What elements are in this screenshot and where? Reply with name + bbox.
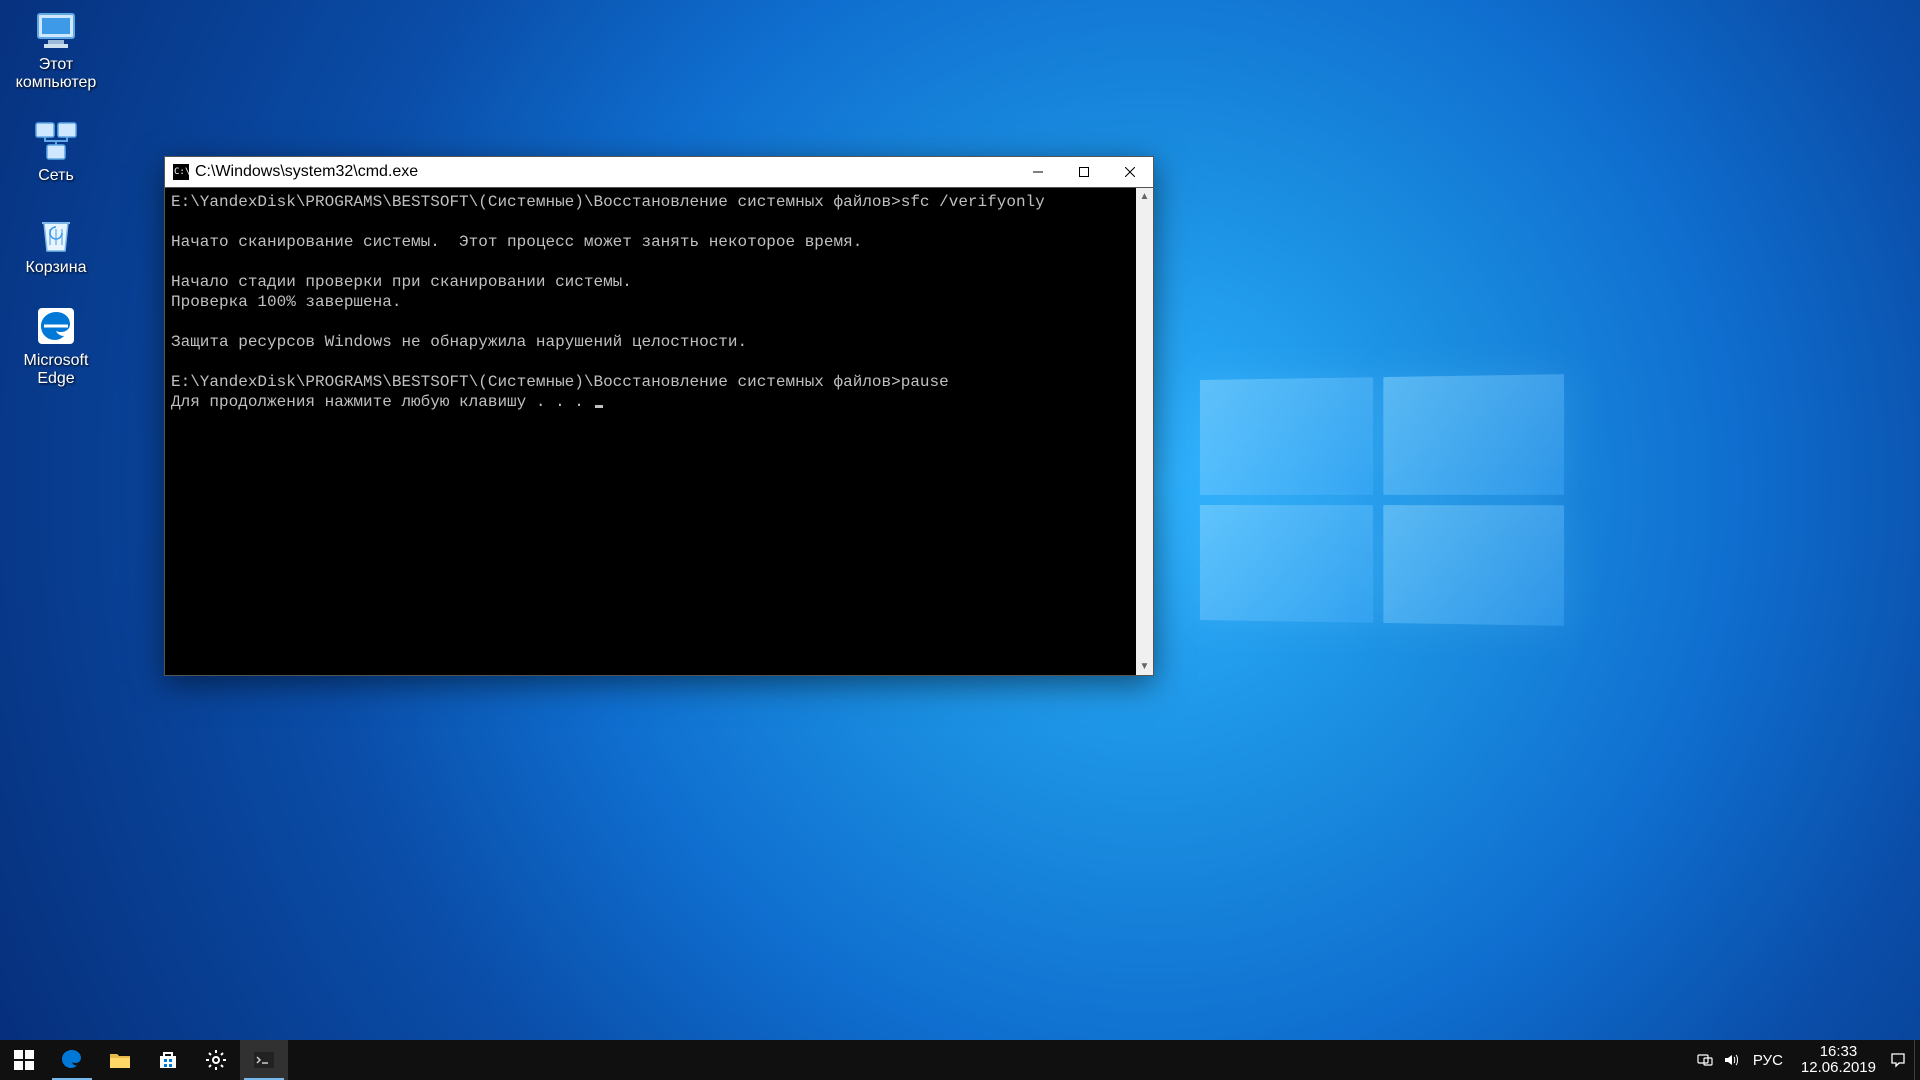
minimize-button[interactable] — [1015, 157, 1061, 187]
desktop-icon-network[interactable]: Сеть — [6, 117, 106, 185]
desktop-icon-label: Сеть — [38, 167, 74, 185]
desktop-icon-label: Этот компьютер — [16, 56, 97, 93]
cmd-line: E:\YandexDisk\PROGRAMS\BESTSOFT\(Системн… — [171, 373, 949, 391]
cmd-window[interactable]: C:\Windows\system32\cmd.exe E:\YandexDis… — [164, 156, 1154, 676]
taskbar-app-edge[interactable] — [48, 1040, 96, 1080]
cmd-line: Начало стадии проверки при сканировании … — [171, 273, 632, 291]
taskbar: РУС 16:33 12.06.2019 — [0, 1040, 1920, 1080]
cmd-line: E:\YandexDisk\PROGRAMS\BESTSOFT\(Системн… — [171, 193, 1045, 211]
taskbar-app-cmd[interactable] — [240, 1040, 288, 1080]
tray-volume-icon[interactable] — [1719, 1040, 1743, 1080]
start-button[interactable] — [0, 1040, 48, 1080]
network-icon — [32, 117, 80, 165]
tray-clock[interactable]: 16:33 12.06.2019 — [1793, 1040, 1884, 1080]
taskbar-app-settings[interactable] — [192, 1040, 240, 1080]
cmd-app-icon — [173, 164, 189, 180]
close-button[interactable] — [1107, 157, 1153, 187]
cmd-line: Начато сканирование системы. Этот процес… — [171, 233, 862, 251]
taskbar-spacer — [288, 1040, 1693, 1080]
cmd-titlebar[interactable]: C:\Windows\system32\cmd.exe — [165, 157, 1153, 187]
tray-language[interactable]: РУС — [1745, 1040, 1791, 1080]
tray-time: 16:33 — [1801, 1044, 1876, 1061]
edge-icon — [32, 302, 80, 350]
window-controls — [1015, 157, 1153, 187]
taskbar-app-store[interactable] — [144, 1040, 192, 1080]
cmd-line: Для продолжения нажмите любую клавишу . … — [171, 393, 593, 411]
desktop-icon-recycle-bin[interactable]: Корзина — [6, 209, 106, 277]
tray-project-icon[interactable] — [1693, 1040, 1717, 1080]
recycle-bin-icon — [32, 209, 80, 257]
show-desktop-button[interactable] — [1914, 1040, 1920, 1080]
desktop-icons-column: Этот компьютер Сеть Корзина Microsoft Ed… — [6, 6, 106, 388]
windows-logo-art — [1200, 374, 1564, 626]
maximize-button[interactable] — [1061, 157, 1107, 187]
scroll-down-button[interactable]: ▼ — [1136, 658, 1153, 675]
cmd-window-title: C:\Windows\system32\cmd.exe — [195, 163, 1015, 181]
taskbar-app-explorer[interactable] — [96, 1040, 144, 1080]
cmd-output[interactable]: E:\YandexDisk\PROGRAMS\BESTSOFT\(Системн… — [165, 188, 1136, 675]
cmd-scrollbar[interactable]: ▲ ▼ — [1136, 188, 1153, 675]
desktop-background[interactable]: Этот компьютер Сеть Корзина Microsoft Ed… — [0, 0, 1920, 1080]
computer-icon — [32, 6, 80, 54]
scroll-track[interactable] — [1136, 205, 1153, 658]
cmd-cursor — [595, 405, 603, 408]
scroll-up-button[interactable]: ▲ — [1136, 188, 1153, 205]
cmd-line: Проверка 100% завершена. — [171, 293, 401, 311]
cmd-line: Защита ресурсов Windows не обнаружила на… — [171, 333, 747, 351]
tray-action-center-icon[interactable] — [1886, 1040, 1910, 1080]
desktop-icon-label: Microsoft Edge — [24, 352, 89, 389]
cmd-body: E:\YandexDisk\PROGRAMS\BESTSOFT\(Системн… — [165, 187, 1153, 675]
tray-date: 12.06.2019 — [1801, 1060, 1876, 1077]
desktop-icon-edge[interactable]: Microsoft Edge — [6, 302, 106, 389]
desktop-icon-this-pc[interactable]: Этот компьютер — [6, 6, 106, 93]
desktop-icon-label: Корзина — [26, 259, 87, 277]
system-tray: РУС 16:33 12.06.2019 — [1693, 1040, 1914, 1080]
